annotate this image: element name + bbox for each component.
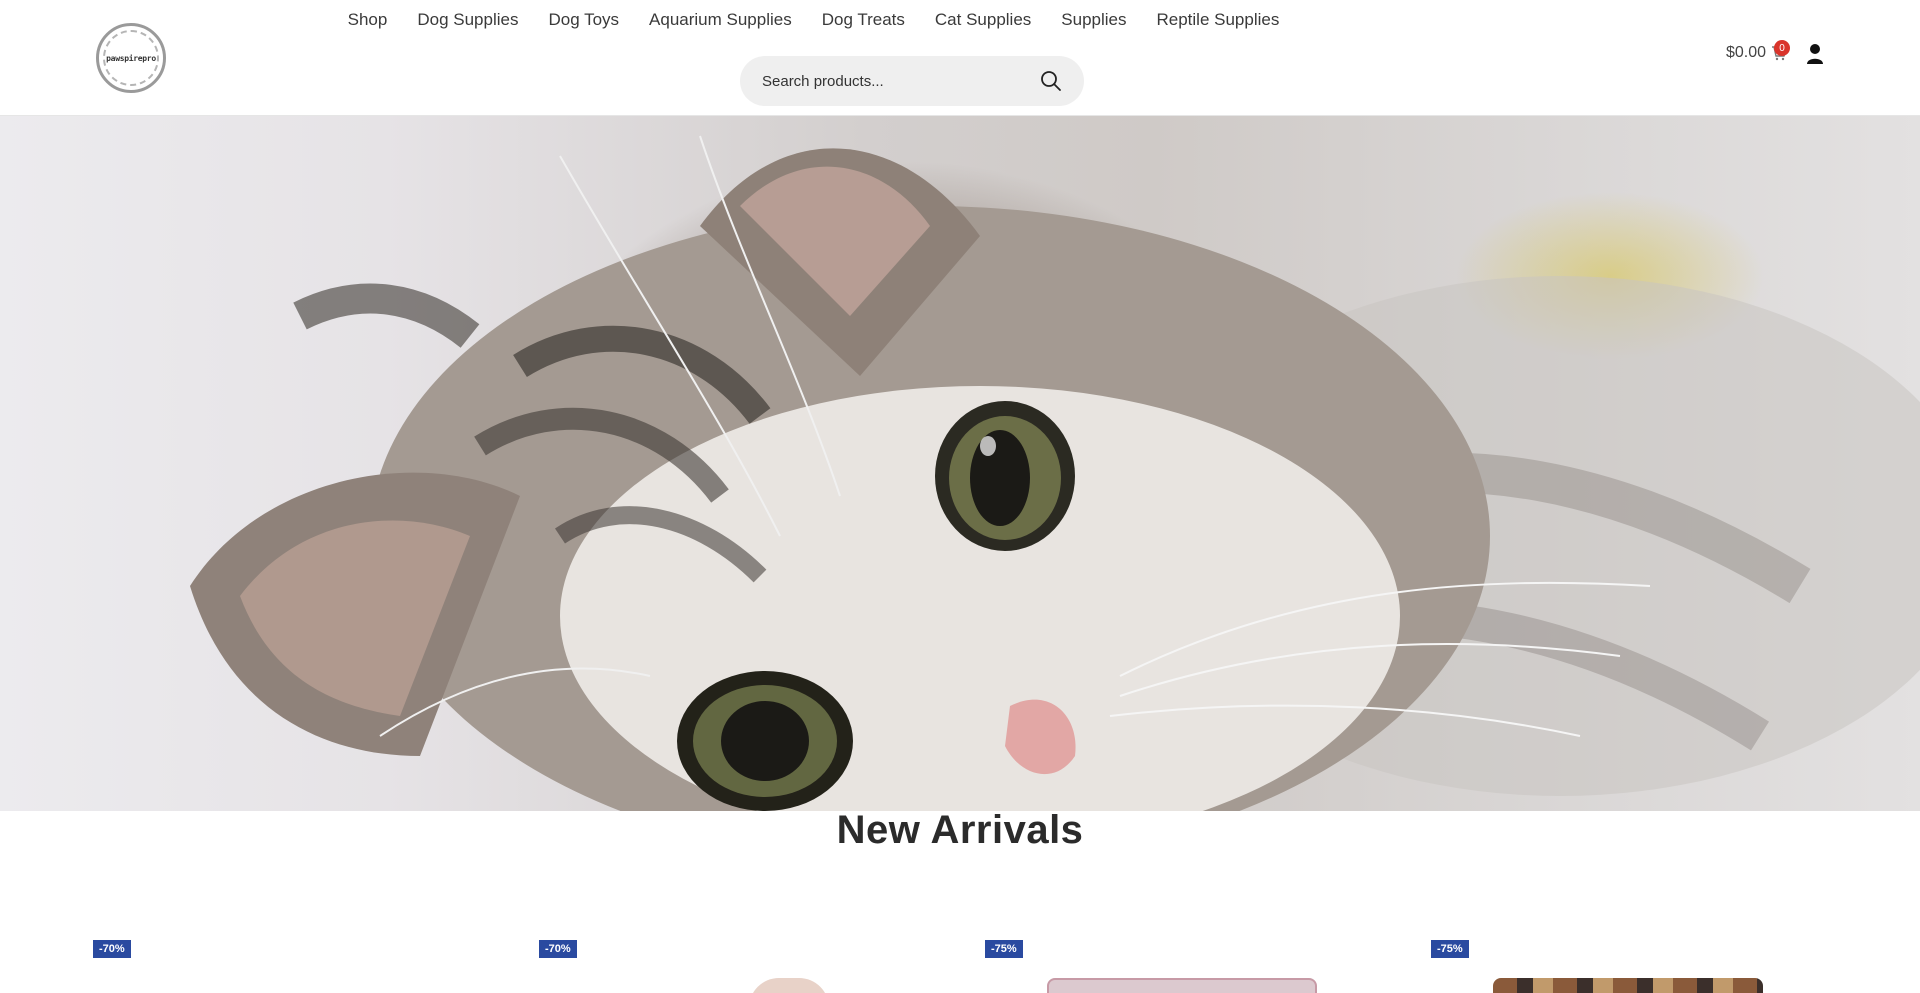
discount-badge: -70% [93, 940, 131, 958]
product-card[interactable]: -75% [985, 940, 1405, 993]
product-card[interactable]: -75% [1431, 940, 1851, 993]
nav-item-cat-supplies[interactable]: Cat Supplies [935, 10, 1031, 30]
main-nav: Shop Dog Supplies Dog Toys Aquarium Supp… [0, 10, 1920, 30]
nav-item-dog-toys[interactable]: Dog Toys [548, 10, 619, 30]
product-card[interactable]: -70% [93, 940, 513, 993]
product-image [1047, 978, 1317, 993]
search-icon[interactable] [1040, 70, 1062, 92]
nav-item-reptile-supplies[interactable]: Reptile Supplies [1157, 10, 1280, 30]
site-logo[interactable]: pawspirepro [96, 23, 166, 93]
new-arrivals-heading: New Arrivals [836, 808, 1084, 852]
cart-total: $0.00 [1726, 44, 1767, 61]
product-card[interactable]: -70% [539, 940, 959, 993]
hero-cat-image [190, 135, 1920, 811]
discount-badge: -70% [539, 940, 577, 958]
hero-banner [0, 116, 1920, 811]
search-input[interactable] [762, 72, 1040, 90]
nav-item-dog-supplies[interactable]: Dog Supplies [417, 10, 518, 30]
product-image [1493, 978, 1763, 993]
nav-item-supplies[interactable]: Supplies [1061, 10, 1126, 30]
cart-count-badge: 0 [1774, 40, 1790, 56]
logo-text: pawspirepro [106, 53, 156, 63]
discount-badge: -75% [1431, 940, 1469, 958]
search-bar [740, 56, 1084, 106]
nav-item-aquarium-supplies[interactable]: Aquarium Supplies [649, 10, 792, 30]
product-image [749, 978, 829, 993]
discount-badge: -75% [985, 940, 1023, 958]
user-account-icon[interactable] [1805, 43, 1825, 65]
site-header: pawspirepro Shop Dog Supplies Dog Toys A… [0, 0, 1920, 116]
nav-item-shop[interactable]: Shop [348, 10, 388, 30]
nav-item-dog-treats[interactable]: Dog Treats [822, 10, 905, 30]
